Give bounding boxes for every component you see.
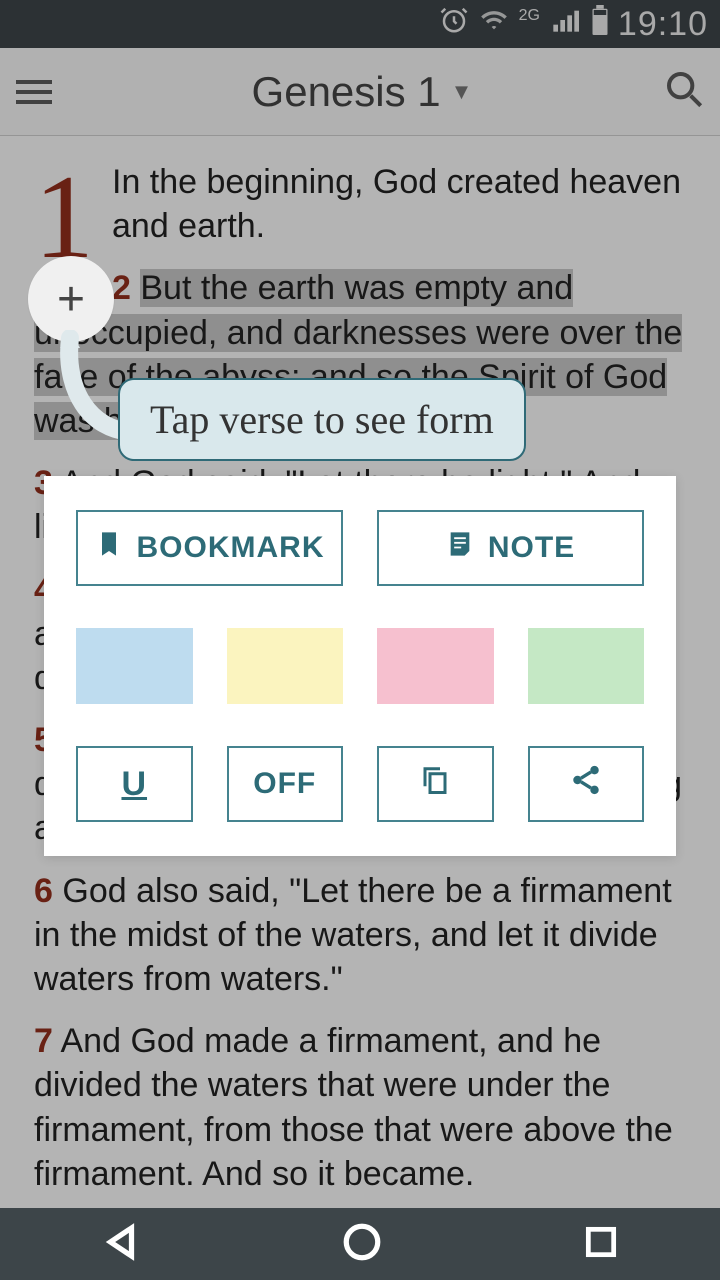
underline-button[interactable]: U bbox=[76, 746, 193, 822]
back-icon[interactable] bbox=[100, 1221, 142, 1268]
home-icon[interactable] bbox=[341, 1221, 383, 1268]
note-icon bbox=[446, 528, 474, 568]
highlight-green[interactable] bbox=[528, 628, 645, 704]
bookmark-icon bbox=[95, 528, 123, 568]
underline-label: U bbox=[121, 765, 147, 804]
copy-button[interactable] bbox=[377, 746, 494, 822]
hint-text: Tap verse to see form bbox=[150, 397, 494, 442]
bookmark-label: BOOKMARK bbox=[137, 531, 325, 565]
highlight-pink[interactable] bbox=[377, 628, 494, 704]
off-label: OFF bbox=[253, 767, 316, 801]
share-button[interactable] bbox=[528, 746, 645, 822]
hint-tooltip: Tap verse to see form bbox=[118, 378, 526, 461]
share-icon bbox=[569, 763, 603, 805]
recent-apps-icon[interactable] bbox=[582, 1223, 620, 1266]
add-button[interactable]: + bbox=[28, 256, 114, 342]
note-button[interactable]: NOTE bbox=[377, 510, 644, 586]
copy-icon bbox=[420, 763, 450, 805]
note-label: NOTE bbox=[488, 531, 575, 565]
system-nav-bar bbox=[0, 1208, 720, 1280]
bookmark-button[interactable]: BOOKMARK bbox=[76, 510, 343, 586]
plus-icon: + bbox=[57, 272, 85, 327]
highlight-yellow[interactable] bbox=[227, 628, 344, 704]
verse-action-panel: BOOKMARK NOTE U OFF bbox=[44, 476, 676, 856]
off-button[interactable]: OFF bbox=[227, 746, 344, 822]
highlight-blue[interactable] bbox=[76, 628, 193, 704]
